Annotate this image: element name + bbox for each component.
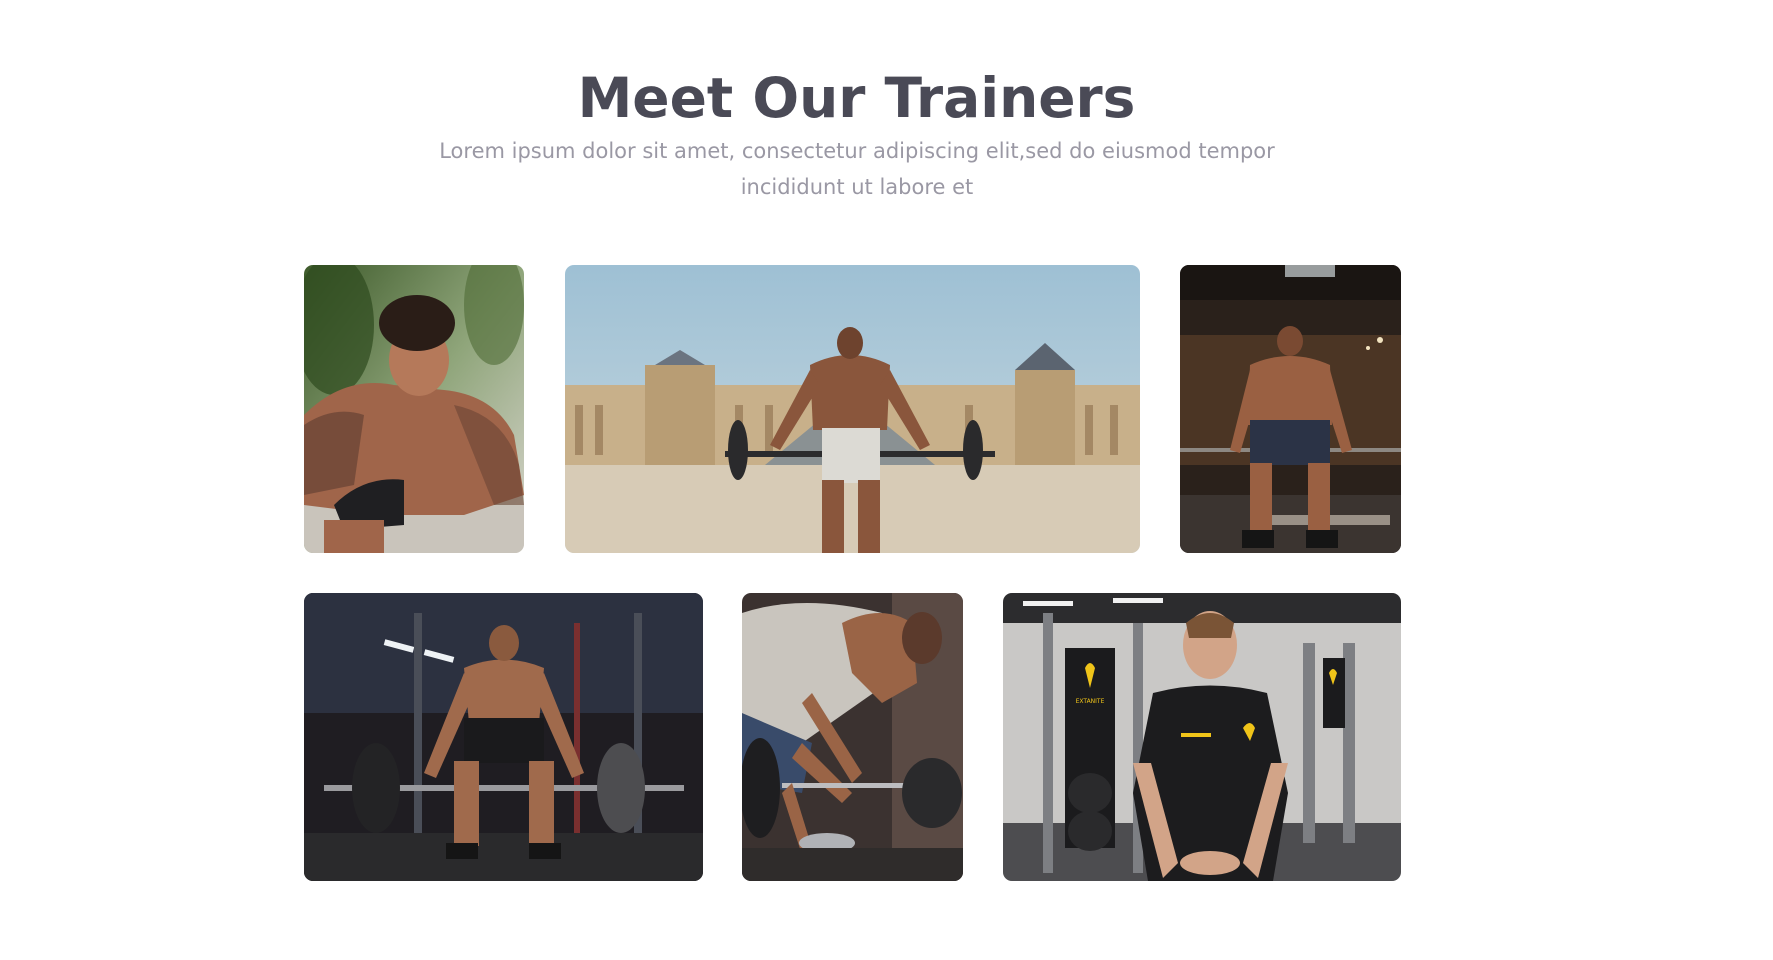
shirt-logo-text: EXTANITE [1076,698,1105,705]
trainer-photo-1[interactable] [304,265,524,553]
trainer-photo-4[interactable] [304,593,703,881]
trainer-photo-5[interactable] [742,593,963,881]
trainer-photo-3[interactable] [1180,265,1401,553]
trainer-photo-6[interactable]: EXTANITE [1003,593,1401,881]
section-subtitle: Lorem ipsum dolor sit amet, consectetur … [439,139,1275,199]
section-title: Meet Our Trainers [577,65,1136,130]
trainer-photo-2[interactable] [565,265,1140,553]
